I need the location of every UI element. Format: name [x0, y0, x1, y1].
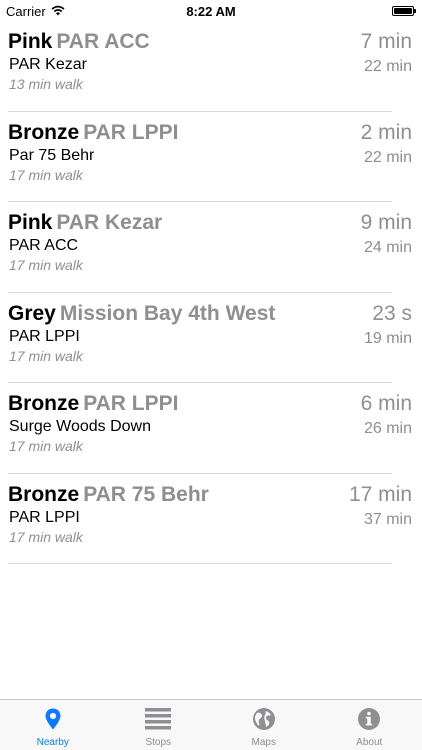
globe-icon [251, 707, 277, 731]
departure-row[interactable]: Bronze PAR LPPI Surge Woods Down 17 min w… [0, 383, 422, 474]
route-name: PAR Kezar [56, 211, 163, 234]
following-arrival: 37 min [363, 510, 412, 528]
tab-maps[interactable]: Maps [211, 700, 317, 750]
list-icon [145, 707, 172, 731]
route-line: Bronze PAR LPPI [8, 120, 178, 146]
following-arrival: 22 min [363, 148, 412, 166]
walk-time: 17 min walk [9, 347, 83, 364]
route-color: Pink [8, 211, 53, 234]
route-color: Grey [8, 301, 56, 325]
direction-label: Par 75 Behr [9, 146, 95, 164]
route-name: PAR ACC [56, 30, 150, 53]
route-name: PAR LPPI [83, 392, 179, 415]
route-color: Bronze [8, 392, 80, 415]
following-arrival: 26 min [363, 420, 412, 437]
battery-tip [414, 9, 416, 13]
tab-label: Stops [145, 737, 172, 748]
departure-row[interactable]: Bronze PAR LPPI Par 75 Behr 17 min walk 2… [0, 112, 422, 203]
departure-row[interactable]: Bronze PAR 75 Behr PAR LPPI 17 min walk 1… [0, 474, 422, 565]
tab-bar: Nearby Stops Maps About [0, 699, 422, 750]
next-arrival: 7 min [360, 30, 412, 53]
direction-label: PAR ACC [9, 237, 79, 254]
route-line: Bronze PAR 75 Behr [8, 482, 209, 508]
status-bar: Carrier 8:22 AM [0, 0, 422, 22]
walk-time: 17 min walk [9, 438, 83, 454]
tab-stops[interactable]: Stops [106, 700, 212, 750]
route-line: Bronze PAR LPPI [8, 391, 178, 417]
next-arrival: 2 min [360, 120, 412, 144]
battery-icon [392, 6, 416, 16]
info-icon [356, 707, 382, 731]
departure-row[interactable]: Pink PAR ACC PAR Kezar 13 min walk 7 min … [0, 21, 422, 112]
route-color: Pink [8, 30, 53, 53]
route-color: Bronze [8, 482, 80, 506]
route-line: Pink PAR ACC [8, 29, 150, 55]
direction-label: Surge Woods Down [9, 418, 151, 435]
walk-time: 17 min walk [9, 166, 83, 183]
following-arrival: 19 min [363, 329, 412, 347]
location-pin-icon [40, 707, 66, 731]
next-arrival: 23 s [372, 301, 412, 325]
battery-fill [394, 8, 412, 14]
direction-label: PAR LPPI [9, 327, 80, 345]
route-name: PAR 75 Behr [83, 482, 209, 506]
direction-label: PAR Kezar [9, 56, 87, 73]
route-name: PAR LPPI [83, 120, 179, 144]
tab-label: Nearby [36, 737, 69, 748]
departure-row[interactable]: Pink PAR Kezar PAR ACC 17 min walk 9 min … [0, 202, 422, 293]
walk-time: 17 min walk [9, 528, 83, 545]
route-color: Bronze [8, 120, 80, 144]
departures-list: Pink PAR ACC PAR Kezar 13 min walk 7 min … [0, 21, 422, 564]
next-arrival: 17 min [348, 482, 412, 506]
tab-about[interactable]: About [317, 700, 422, 750]
next-arrival: 9 min [360, 211, 412, 234]
route-name: Mission Bay 4th West [59, 301, 276, 325]
direction-label: PAR LPPI [9, 508, 80, 526]
walk-time: 13 min walk [9, 76, 83, 92]
route-line: Grey Mission Bay 4th West [8, 301, 275, 327]
walk-time: 17 min walk [9, 257, 83, 273]
status-time: 8:22 AM [186, 4, 236, 19]
tab-nearby[interactable]: Nearby [0, 700, 106, 750]
tab-label: Maps [251, 737, 276, 748]
tab-label: About [356, 737, 383, 748]
following-arrival: 24 min [363, 239, 412, 256]
next-arrival: 6 min [360, 392, 412, 415]
route-line: Pink PAR Kezar [8, 210, 162, 236]
following-arrival: 22 min [363, 58, 412, 75]
departure-row[interactable]: Grey Mission Bay 4th West PAR LPPI 17 min… [0, 293, 422, 384]
